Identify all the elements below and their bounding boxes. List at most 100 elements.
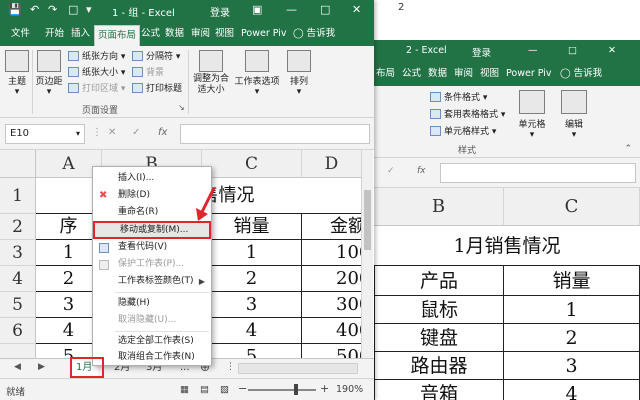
amount-cell[interactable]: 200 [302, 266, 362, 292]
cell-styles-button[interactable]: 单元格样式 ▾ [430, 124, 496, 140]
back-title-cell[interactable]: 1月销售情况 [374, 226, 640, 266]
name-box[interactable]: E10 ▾ [5, 124, 85, 144]
back-header-sales[interactable]: 销量 [504, 266, 640, 296]
table-format-button[interactable]: 套用表格格式 ▾ [430, 107, 505, 123]
edit-button[interactable]: 编辑 ▾ [554, 90, 594, 140]
back-tab-view[interactable]: 视图 [478, 62, 501, 86]
menu-item-select-all-sheets[interactable]: 选定全部工作表(S) [93, 333, 211, 350]
back-enter-icon[interactable]: ✓ [387, 166, 395, 176]
col-header-c[interactable]: C [202, 150, 302, 178]
zoom-slider-thumb[interactable] [294, 384, 298, 395]
qat-more-icon[interactable]: ▾ [86, 3, 92, 16]
back-login-link[interactable]: 登录 [472, 45, 491, 59]
conditional-format-button[interactable]: 条件格式 ▾ [430, 90, 487, 106]
sales-cell[interactable]: 3 [202, 292, 302, 318]
row-header-2[interactable]: 2 [0, 214, 36, 240]
sheet-nav-next-icon[interactable]: ▶ [38, 362, 45, 372]
print-area-button[interactable]: 打印区域 ▾ [68, 82, 125, 96]
confirm-entry-icon[interactable]: ✓ [132, 127, 140, 138]
formula-input[interactable] [180, 124, 370, 144]
zoom-level[interactable]: 190% [336, 384, 363, 395]
back-product-cell[interactable]: 键盘 [374, 324, 504, 352]
tab-page-layout[interactable]: 页面布局 [94, 25, 141, 46]
back-col-header-c[interactable]: C [504, 188, 640, 226]
redo-icon[interactable]: ↷ [48, 3, 57, 16]
zoom-out-icon[interactable]: − [238, 382, 247, 395]
page-break-view-icon[interactable]: ▧ [220, 384, 229, 395]
background-button[interactable]: 背景 [132, 66, 164, 80]
tab-review[interactable]: 审阅 [188, 24, 213, 44]
margins-button[interactable]: 页边距 ▾ [34, 50, 64, 97]
collapse-ribbon-icon[interactable]: ⌃ [624, 144, 632, 154]
arrange-button[interactable]: 排列 ▾ [284, 50, 314, 97]
back-product-cell[interactable]: 音箱 [374, 380, 504, 400]
back-fx-icon[interactable]: fx [417, 166, 426, 176]
normal-view-icon[interactable]: ▦ [180, 384, 189, 395]
row-header-3[interactable]: 3 [0, 240, 36, 266]
horizontal-scrollbar[interactable] [238, 363, 358, 374]
back-tab-powerpivot[interactable]: Power Piv [504, 62, 554, 86]
print-preview-icon[interactable]: □ [68, 3, 78, 16]
menu-item-hide[interactable]: 隐藏(H) [93, 295, 211, 312]
title-bar[interactable]: 💾 ↶ ↷ □ ▾ 1 - 组 - Excel 登录 ▣ — □ ✕ [0, 0, 374, 22]
col-header-d[interactable]: D [302, 150, 362, 178]
back-tab-data[interactable]: 数据 [426, 62, 449, 86]
menu-item-tab-color[interactable]: 工作表标签颜色(T) ▶ [93, 273, 211, 290]
row-header-5[interactable]: 5 [0, 292, 36, 318]
menu-item-move-or-copy[interactable]: 移动或复制(M)... [93, 221, 211, 239]
sheet-options-button[interactable]: 工作表选项 ▾ [234, 50, 280, 97]
back-product-cell[interactable]: 路由器 [374, 352, 504, 380]
back-tab-tellme[interactable]: ◯ 告诉我 [558, 62, 604, 86]
amount-cell[interactable]: 100 [302, 240, 362, 266]
scale-to-fit-button[interactable]: 调整为合适大小 [190, 50, 232, 96]
breaks-button[interactable]: 分隔符 ▾ [132, 50, 180, 64]
vertical-scrollbar[interactable] [361, 150, 373, 360]
header-amount-cell[interactable]: 金额 [302, 214, 362, 240]
menu-item-delete[interactable]: ✖ 删除(D) [93, 187, 211, 204]
back-sales-cell[interactable]: 3 [504, 352, 640, 380]
tab-view[interactable]: 视图 [212, 24, 237, 44]
chevron-down-icon[interactable]: ▾ [76, 125, 80, 143]
tab-insert[interactable]: 插入 [68, 24, 93, 44]
orientation-button[interactable]: 纸张方向 ▾ [68, 50, 125, 64]
tab-home[interactable]: 开始 [42, 24, 67, 44]
cancel-entry-icon[interactable]: ✕ [108, 127, 116, 138]
undo-icon[interactable]: ↶ [30, 3, 39, 16]
zoom-slider[interactable] [248, 389, 316, 391]
back-product-cell[interactable]: 鼠标 [374, 296, 504, 324]
tab-formulas[interactable]: 公式 [138, 24, 163, 44]
menu-item-rename[interactable]: 重命名(R) [93, 204, 211, 221]
menu-item-unhide[interactable]: 取消隐藏(U)... [93, 312, 211, 329]
cells-button[interactable]: 单元格 ▾ [512, 90, 552, 140]
row-header-6[interactable]: 6 [0, 318, 36, 344]
scrollbar-thumb[interactable] [364, 190, 371, 250]
themes-button[interactable]: 主题 ▾ [4, 50, 30, 97]
page-setup-launcher-icon[interactable]: ↘ [178, 103, 185, 112]
sales-cell[interactable]: 4 [202, 318, 302, 344]
row-header-1[interactable]: 1 [0, 178, 36, 214]
minimize-icon[interactable]: — [286, 3, 297, 16]
back-tab-layout[interactable]: 布局 [374, 62, 397, 86]
back-sales-cell[interactable]: 4 [504, 380, 640, 400]
back-sales-cell[interactable]: 2 [504, 324, 640, 352]
menu-item-view-code[interactable]: 查看代码(V) [93, 239, 211, 256]
tab-file[interactable]: 文件 [8, 24, 33, 44]
amount-cell[interactable]: 400 [302, 318, 362, 344]
sales-cell[interactable]: 1 [202, 240, 302, 266]
page-layout-view-icon[interactable]: ▤ [200, 384, 209, 395]
menu-item-ungroup-sheets[interactable]: 取消组合工作表(N) [93, 349, 211, 366]
restore-icon[interactable]: □ [320, 3, 330, 16]
ribbon-display-icon[interactable]: ▣ [252, 3, 262, 16]
back-minimize-icon[interactable]: — [528, 45, 538, 56]
tab-data[interactable]: 数据 [162, 24, 187, 44]
menu-item-insert[interactable]: 插入(I)... [93, 170, 211, 187]
sales-cell[interactable]: 2 [202, 266, 302, 292]
size-button[interactable]: 纸张大小 ▾ [68, 66, 125, 80]
back-sales-cell[interactable]: 1 [504, 296, 640, 324]
amount-cell[interactable]: 300 [302, 292, 362, 318]
tab-tellme[interactable]: ◯ 告诉我 [290, 24, 338, 44]
row-header-4[interactable]: 4 [0, 266, 36, 292]
print-titles-button[interactable]: 打印标题 [132, 82, 182, 96]
fx-icon[interactable]: fx [158, 127, 167, 138]
zoom-in-icon[interactable]: + [320, 382, 329, 395]
